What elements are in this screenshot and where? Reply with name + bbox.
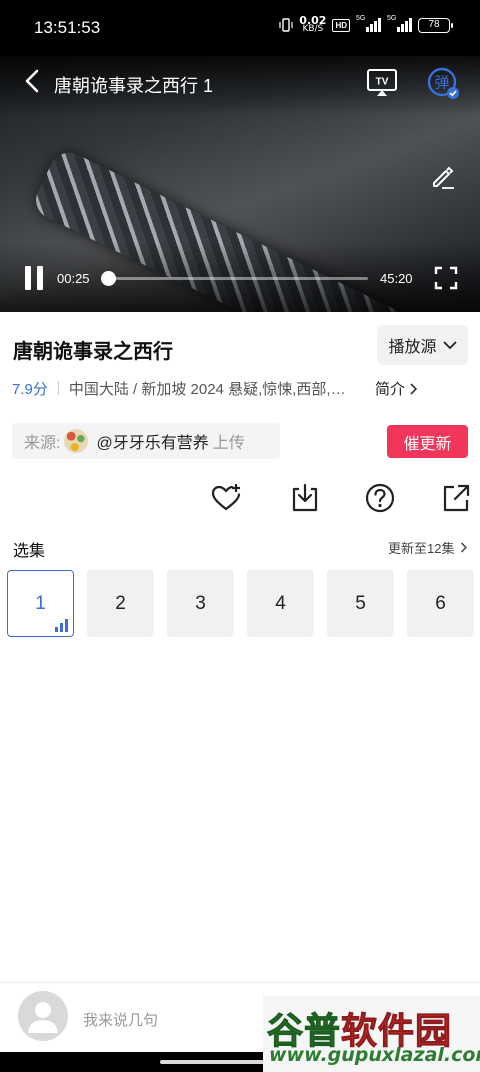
back-arrow-icon[interactable] bbox=[20, 68, 46, 94]
user-avatar[interactable] bbox=[18, 991, 68, 1041]
meta-text: 中国大陆 / 新加坡 2024 悬疑,惊悚,西部,古装 bbox=[68, 380, 359, 398]
total-time: 45:20 bbox=[380, 271, 413, 286]
signal-icon: 5G bbox=[387, 15, 412, 32]
urge-update-button[interactable]: 催更新 bbox=[387, 425, 468, 458]
episode-number: 3 bbox=[195, 592, 206, 614]
share-icon[interactable] bbox=[440, 482, 472, 514]
episode-list: 1 2 3 4 5 6 bbox=[7, 570, 474, 637]
episode-number: 2 bbox=[115, 592, 126, 614]
battery-icon: 78 bbox=[418, 17, 453, 33]
upload-suffix: 上传 bbox=[212, 435, 245, 452]
episode-item[interactable]: 1 bbox=[7, 570, 74, 637]
hd-badge: HD bbox=[332, 18, 350, 32]
intro-link[interactable]: 简介 bbox=[375, 378, 418, 399]
divider bbox=[57, 381, 59, 395]
watermark-url: www.gupuxlazal.com bbox=[269, 1044, 480, 1066]
help-icon[interactable] bbox=[364, 482, 396, 514]
tv-label: TV bbox=[376, 77, 389, 88]
episodes-more-label: 更新至12集 bbox=[388, 541, 455, 556]
danmaku-label: 弹 bbox=[434, 74, 449, 92]
episode-number: 6 bbox=[435, 592, 446, 614]
rating: 7.9分 bbox=[12, 380, 48, 398]
person-icon bbox=[28, 1002, 58, 1033]
show-title: 唐朝诡事录之西行 bbox=[13, 341, 173, 363]
status-icons: 0.02 KB/S HD 5G 5G 78 bbox=[279, 14, 453, 34]
episode-item[interactable]: 5 bbox=[327, 570, 394, 637]
source-label: 来源: bbox=[24, 435, 61, 452]
progress-bar[interactable] bbox=[106, 277, 368, 280]
fullscreen-icon[interactable] bbox=[434, 266, 458, 290]
chevron-right-icon bbox=[410, 382, 418, 395]
danmaku-icon: 弹 bbox=[427, 67, 459, 99]
uploader-box[interactable]: 来源: @牙牙乐有营养 上传 bbox=[12, 423, 280, 459]
episode-number: 4 bbox=[275, 592, 286, 614]
episode-number: 1 bbox=[35, 592, 46, 614]
download-icon[interactable] bbox=[289, 482, 321, 514]
comment-input[interactable]: 我来说几句 bbox=[83, 1009, 158, 1030]
episode-item[interactable]: 6 bbox=[407, 570, 474, 637]
episodes-title: 选集 bbox=[13, 543, 46, 560]
intro-label: 简介 bbox=[375, 381, 406, 398]
pause-button[interactable] bbox=[22, 264, 46, 292]
tv-cast-icon[interactable]: TV bbox=[366, 68, 398, 98]
episodes-more-link[interactable]: 更新至12集 bbox=[388, 538, 468, 557]
episode-item[interactable]: 4 bbox=[247, 570, 314, 637]
uploader-name: @牙牙乐有营养 bbox=[96, 435, 209, 452]
status-time: 13:51:53 bbox=[34, 18, 101, 37]
episode-number: 5 bbox=[355, 592, 366, 614]
player-title: 唐朝诡事录之西行 1 bbox=[54, 76, 214, 96]
pencil-icon[interactable] bbox=[430, 164, 456, 190]
playing-indicator-icon bbox=[55, 619, 68, 632]
source-select-label: 播放源 bbox=[388, 339, 437, 356]
danmaku-toggle[interactable]: 弹 bbox=[426, 66, 460, 100]
status-bar: 13:51:53 0.02 KB/S HD 5G 5G 78 bbox=[0, 0, 480, 56]
source-select-button[interactable]: 播放源 bbox=[377, 325, 468, 365]
chevron-down-icon bbox=[442, 341, 457, 350]
episode-item[interactable]: 3 bbox=[167, 570, 234, 637]
home-indicator[interactable] bbox=[160, 1060, 268, 1064]
favorite-add-icon[interactable] bbox=[210, 482, 242, 514]
video-player[interactable]: 唐朝诡事录之西行 1 TV 弹 00:25 45:20 bbox=[0, 56, 480, 312]
current-time: 00:25 bbox=[57, 271, 90, 286]
chevron-right-icon bbox=[461, 542, 468, 553]
net-speed: 0.02 KB/S bbox=[299, 14, 327, 34]
uploader-avatar bbox=[64, 429, 89, 453]
watermark: 谷普软件园 www.gupuxlazal.com bbox=[263, 996, 480, 1072]
signal-icon: 5G bbox=[356, 15, 381, 32]
episode-item[interactable]: 2 bbox=[87, 570, 154, 637]
vibrate-icon bbox=[279, 18, 293, 32]
